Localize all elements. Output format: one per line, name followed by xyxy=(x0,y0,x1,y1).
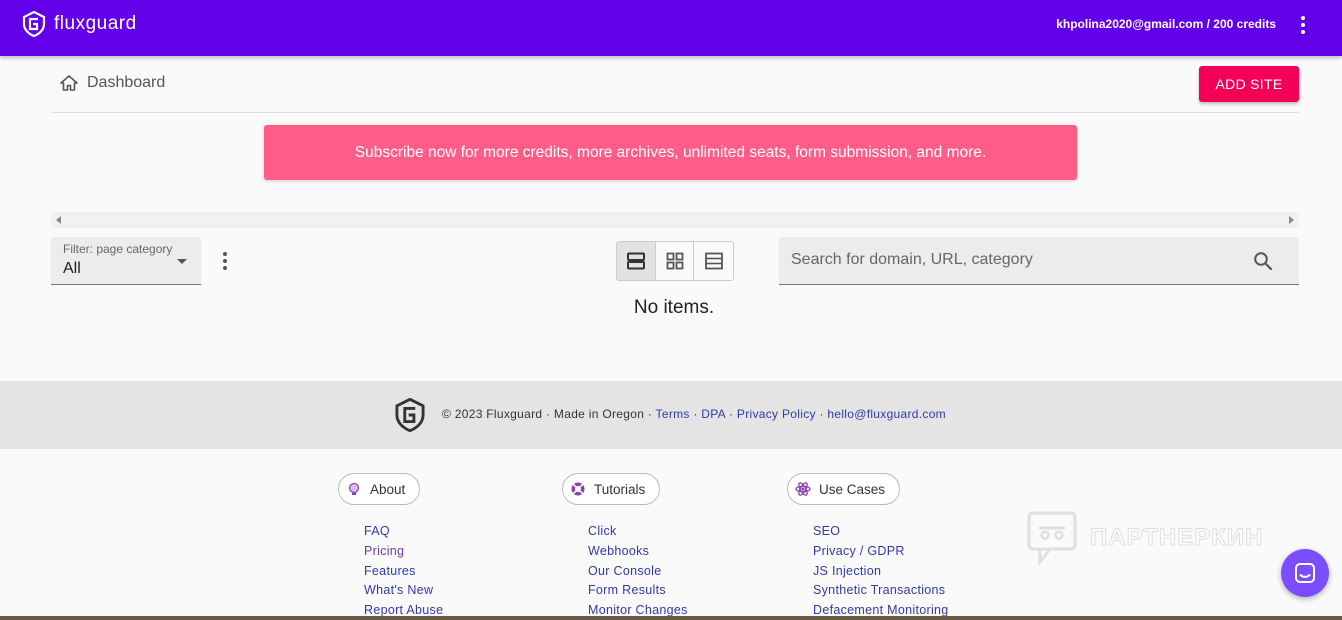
breadcrumb-dashboard[interactable]: Dashboard xyxy=(87,74,165,92)
home-icon[interactable] xyxy=(60,75,78,91)
footer-column-about: About FAQ Pricing Features What's New Re… xyxy=(338,473,443,620)
footer-link-privacy-policy[interactable]: Privacy Policy xyxy=(737,407,816,421)
more-vert-icon[interactable] xyxy=(1292,14,1314,36)
page-bottom-edge xyxy=(0,616,1342,620)
footer-link-js-injection[interactable]: JS Injection xyxy=(813,564,881,578)
grid-view-icon xyxy=(666,252,683,270)
account-info[interactable]: khpolina2020@gmail.com / 200 credits xyxy=(1056,17,1276,31)
fluxguard-footer-logo-icon xyxy=(395,398,425,432)
fluxguard-logo-icon xyxy=(22,11,46,37)
footer-link-privacy-gdpr[interactable]: Privacy / GDPR xyxy=(813,544,905,558)
dropdown-arrow-icon xyxy=(177,259,187,264)
footer-link-terms[interactable]: Terms xyxy=(656,407,690,421)
footer-bar: © 2023 Fluxguard · Made in Oregon · Term… xyxy=(0,381,1342,449)
footer-column-use-cases: Use Cases SEO Privacy / GDPR JS Injectio… xyxy=(787,473,949,620)
chat-launcher-button[interactable] xyxy=(1281,549,1329,597)
brand-logo[interactable]: fluxguard xyxy=(22,11,137,37)
scroll-left-icon[interactable] xyxy=(56,216,61,224)
grid-view-button[interactable] xyxy=(656,242,695,280)
filter-label: Filter: page category xyxy=(63,242,173,256)
footer-link-form-results[interactable]: Form Results xyxy=(588,583,666,597)
view-toggle-group xyxy=(616,241,734,281)
atom-icon xyxy=(794,480,812,498)
list-view-icon xyxy=(626,252,645,270)
footer-column-tutorials: Tutorials Click Webhooks Our Console For… xyxy=(562,473,688,620)
top-app-bar: fluxguard khpolina2020@gmail.com / 200 c… xyxy=(0,0,1342,56)
subscribe-banner[interactable]: Subscribe now for more credits, more arc… xyxy=(264,125,1077,180)
footer-link-faq[interactable]: FAQ xyxy=(364,524,390,538)
list-view-button[interactable] xyxy=(617,242,656,280)
footer-link-synthetic-transactions[interactable]: Synthetic Transactions xyxy=(813,583,945,597)
footer-link-dpa[interactable]: DPA xyxy=(701,407,725,421)
horizontal-scrollbar[interactable] xyxy=(51,212,1299,228)
watermark-text: ПАРТНЕРКИН xyxy=(1090,524,1264,552)
table-view-icon xyxy=(704,252,723,270)
table-view-button[interactable] xyxy=(694,242,733,280)
lifebuoy-icon xyxy=(569,480,587,498)
footer-link-our-console[interactable]: Our Console xyxy=(588,564,661,578)
footer-link-features[interactable]: Features xyxy=(364,564,416,578)
tutorials-chip-label: Tutorials xyxy=(594,481,646,497)
separator: · xyxy=(819,407,824,421)
lightbulb-icon xyxy=(345,480,363,498)
scroll-right-icon[interactable] xyxy=(1289,216,1294,224)
about-chip-label: About xyxy=(370,481,406,497)
about-chip[interactable]: About xyxy=(338,473,421,505)
add-site-button[interactable]: ADD SITE xyxy=(1199,66,1299,102)
use-cases-chip-label: Use Cases xyxy=(819,481,886,497)
footer-link-webhooks[interactable]: Webhooks xyxy=(588,544,649,558)
watermark-logo-icon xyxy=(1027,511,1077,566)
tutorials-chip[interactable]: Tutorials xyxy=(562,473,661,505)
page-category-filter[interactable]: Filter: page category All xyxy=(51,237,201,285)
breadcrumb: Dashboard xyxy=(60,74,165,92)
filter-value: All xyxy=(63,260,81,277)
search-input[interactable] xyxy=(779,237,1239,283)
separator: · xyxy=(693,407,698,421)
use-cases-chip[interactable]: Use Cases xyxy=(787,473,901,505)
chat-icon xyxy=(1295,563,1315,583)
footer-link-whats-new[interactable]: What's New xyxy=(364,583,433,597)
footer-link-email[interactable]: hello@fluxguard.com xyxy=(827,407,946,421)
footer-link-click[interactable]: Click xyxy=(588,524,617,538)
search-icon[interactable] xyxy=(1253,251,1273,271)
empty-state: No items. xyxy=(633,297,715,318)
watermark: ПАРТНЕРКИН xyxy=(1026,510,1264,566)
separator: · xyxy=(728,407,734,421)
footer-line: © 2023 Fluxguard · Made in Oregon · Term… xyxy=(442,407,946,421)
search-field xyxy=(779,237,1299,285)
footer-link-pricing[interactable]: Pricing xyxy=(364,544,404,558)
brand-name: fluxguard xyxy=(54,13,137,34)
divider xyxy=(51,112,1299,113)
filter-more-vert-icon[interactable] xyxy=(218,251,232,271)
copyright-text: © 2023 Fluxguard · Made in Oregon · xyxy=(442,407,653,421)
footer-link-seo[interactable]: SEO xyxy=(813,524,840,538)
